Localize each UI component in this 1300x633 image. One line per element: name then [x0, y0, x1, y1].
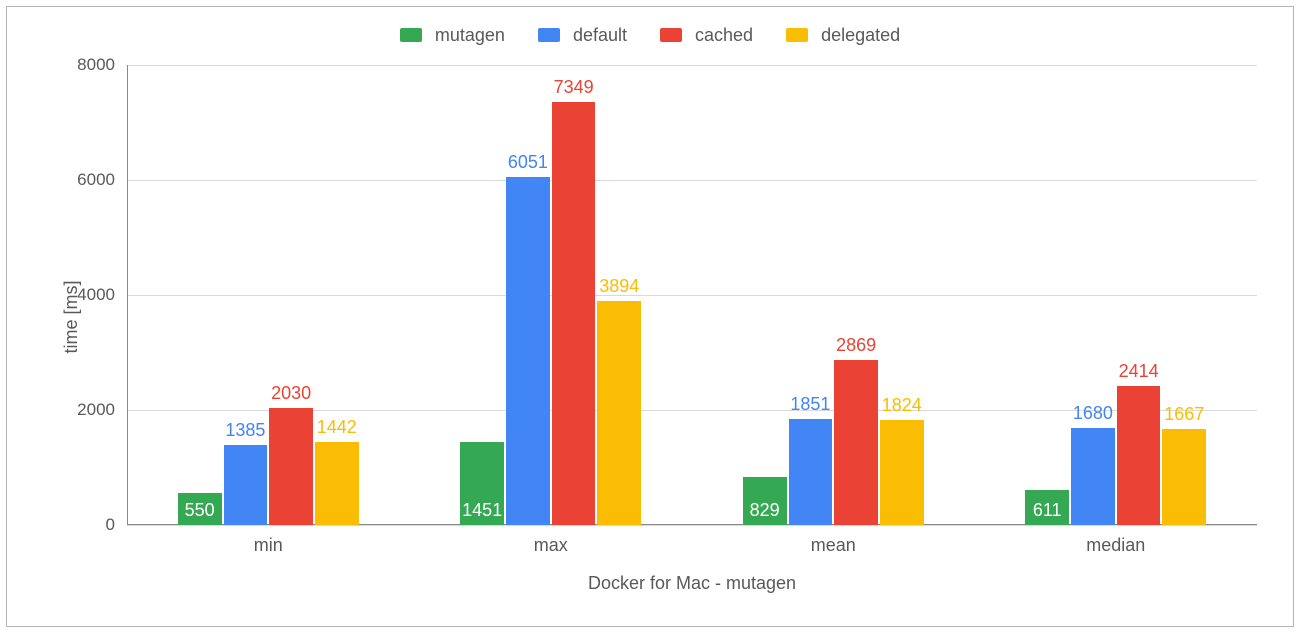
plot-area: Docker for Mac - mutagen 020004000600080…: [127, 65, 1257, 525]
bar-default: 1851: [789, 419, 833, 525]
legend: mutagen default cached delegated: [7, 25, 1293, 46]
bar-value-label: 1824: [882, 395, 922, 416]
gridline: [127, 180, 1257, 181]
gridline: [127, 525, 1257, 526]
bar-cached: 2414: [1117, 386, 1161, 525]
bar-cached: 2030: [269, 408, 313, 525]
bar-mutagen: 611: [1025, 490, 1069, 525]
y-tick-label: 2000: [55, 400, 115, 420]
chart-frame: mutagen default cached delegated time [m…: [6, 6, 1294, 627]
gridline: [127, 295, 1257, 296]
bar-value-label: 6051: [508, 152, 548, 173]
bar-value-label: 1851: [790, 394, 830, 415]
bar-delegated: 1442: [315, 442, 359, 525]
legend-item-mutagen: mutagen: [400, 25, 505, 46]
bar-default: 1385: [224, 445, 268, 525]
x-axis-title: Docker for Mac - mutagen: [127, 573, 1257, 594]
legend-swatch-cached: [660, 28, 682, 42]
bar-value-label: 1451: [462, 500, 502, 521]
bar-value-label: 2414: [1119, 361, 1159, 382]
bar-delegated: 1824: [880, 420, 924, 525]
legend-item-delegated: delegated: [786, 25, 900, 46]
bar-mutagen: 550: [178, 493, 222, 525]
legend-label: cached: [695, 25, 753, 45]
legend-swatch-delegated: [786, 28, 808, 42]
y-axis: [127, 65, 128, 525]
x-tick-label: min: [254, 535, 283, 556]
bar-default: 6051: [506, 177, 550, 525]
y-tick-label: 8000: [55, 55, 115, 75]
bar-default: 1680: [1071, 428, 1115, 525]
y-tick-label: 6000: [55, 170, 115, 190]
bar-value-label: 7349: [554, 77, 594, 98]
bar-value-label: 1680: [1073, 403, 1113, 424]
legend-swatch-mutagen: [400, 28, 422, 42]
legend-swatch-default: [538, 28, 560, 42]
bar-value-label: 2869: [836, 335, 876, 356]
bar-mutagen: 1451: [460, 442, 504, 525]
legend-label: mutagen: [435, 25, 505, 45]
bar-value-label: 3894: [599, 276, 639, 297]
bar-value-label: 611: [1033, 500, 1062, 521]
x-tick-label: mean: [811, 535, 856, 556]
legend-item-cached: cached: [660, 25, 753, 46]
x-tick-label: median: [1086, 535, 1145, 556]
bar-value-label: 2030: [271, 383, 311, 404]
legend-label: delegated: [821, 25, 900, 45]
bar-delegated: 1667: [1162, 429, 1206, 525]
y-tick-label: 4000: [55, 285, 115, 305]
bar-value-label: 1442: [317, 417, 357, 438]
gridline: [127, 65, 1257, 66]
y-tick-label: 0: [55, 515, 115, 535]
bar-delegated: 3894: [597, 301, 641, 525]
bar-value-label: 829: [750, 500, 780, 521]
bar-mutagen: 829: [743, 477, 787, 525]
bar-cached: 7349: [552, 102, 596, 525]
legend-item-default: default: [538, 25, 627, 46]
legend-label: default: [573, 25, 627, 45]
bar-value-label: 1667: [1164, 404, 1204, 425]
x-tick-label: max: [534, 535, 568, 556]
bar-cached: 2869: [834, 360, 878, 525]
bar-value-label: 1385: [225, 420, 265, 441]
bar-value-label: 550: [185, 500, 215, 521]
